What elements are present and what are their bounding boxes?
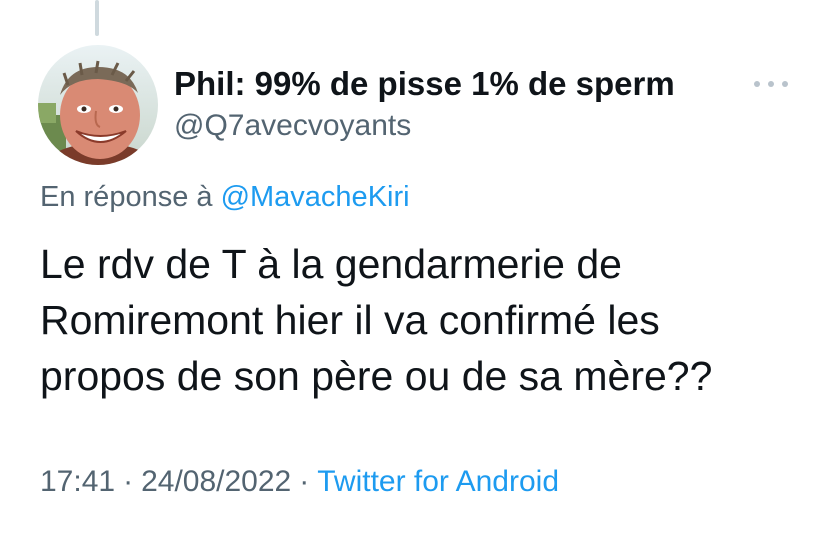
avatar-image bbox=[38, 45, 158, 165]
more-horizontal-icon-dot bbox=[768, 81, 774, 87]
tweet-text-line: Le rdv de T à la gendarmerie de bbox=[40, 241, 622, 287]
more-horizontal-icon bbox=[754, 81, 760, 87]
more-horizontal-icon-dot bbox=[782, 81, 788, 87]
reply-context: En réponse à @MavacheKiri bbox=[40, 178, 410, 216]
avatar[interactable] bbox=[38, 45, 158, 165]
author-handle[interactable]: @Q7avecvoyants bbox=[174, 106, 675, 146]
reply-mention-link[interactable]: @MavacheKiri bbox=[221, 181, 410, 213]
meta-separator: · bbox=[123, 465, 134, 498]
thread-connector-line bbox=[95, 0, 99, 36]
tweet-date[interactable]: 24/08/2022 bbox=[141, 465, 291, 498]
tweet-text: Le rdv de T à la gendarmerie de Romiremo… bbox=[40, 236, 800, 404]
tweet: Phil: 99% de pisse 1% de sperm @Q7avecvo… bbox=[0, 0, 828, 536]
author-display-name[interactable]: Phil: 99% de pisse 1% de sperm bbox=[174, 64, 675, 104]
tweet-meta: 17:41 · 24/08/2022 · Twitter for Android bbox=[40, 462, 559, 502]
author-block[interactable]: Phil: 99% de pisse 1% de sperm @Q7avecvo… bbox=[174, 64, 675, 146]
tweet-source-link[interactable]: Twitter for Android bbox=[317, 465, 559, 498]
meta-separator: · bbox=[299, 465, 310, 498]
tweet-text-line: Romiremont hier il va confirmé les bbox=[40, 297, 660, 343]
tweet-time[interactable]: 17:41 bbox=[40, 465, 115, 498]
more-options-button[interactable] bbox=[754, 74, 788, 94]
tweet-text-line: propos de son père ou de sa mère?? bbox=[40, 353, 713, 399]
reply-context-prefix: En réponse à bbox=[40, 181, 213, 213]
